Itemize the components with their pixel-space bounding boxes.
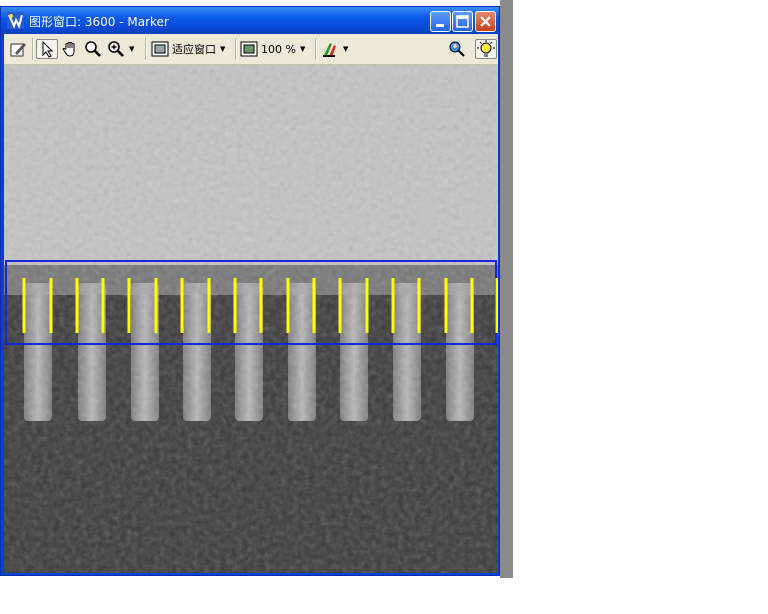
- zoom-menu-button[interactable]: ▼: [107, 39, 134, 59]
- toolbar-separator: [315, 38, 317, 60]
- zoom-percent-dropdown[interactable]: 100 % ▼: [240, 39, 305, 59]
- dropdown-arrow-icon: ▼: [129, 45, 135, 53]
- hand-pan-icon: [62, 42, 75, 57]
- pointer-tool-button[interactable]: [36, 39, 58, 59]
- graphics-window: 图形窗口: 3600 - Marker ▼ 适应窗口 ▼ 100 % ▼ ▼: [0, 6, 500, 576]
- fit-window-icon: [151, 41, 169, 57]
- desktop-background: [500, 0, 513, 578]
- title-bar[interactable]: 图形窗口: 3600 - Marker: [1, 7, 499, 34]
- view-person-icon: [449, 41, 465, 57]
- app-icon: [7, 12, 24, 29]
- maximize-button[interactable]: [452, 11, 473, 32]
- properties-pen-icon: [10, 43, 26, 57]
- dropdown-arrow-icon: ▼: [343, 45, 349, 53]
- fit-window-label: 适应窗口: [172, 43, 216, 56]
- color-tools-dropdown[interactable]: ▼: [321, 39, 348, 59]
- dropdown-arrow-icon: ▼: [220, 45, 226, 53]
- zoom-percent-label: 100 %: [261, 42, 296, 56]
- pointer-arrow-icon: [42, 40, 54, 58]
- minimize-button[interactable]: [430, 11, 451, 32]
- toolbar-separator: [145, 38, 147, 60]
- close-button[interactable]: [475, 11, 496, 32]
- toolbar-separator: [32, 38, 34, 60]
- pan-tool-button[interactable]: [61, 39, 81, 59]
- color-tools-icon: [323, 43, 336, 57]
- image-view: [4, 65, 498, 573]
- image-canvas[interactable]: [4, 65, 498, 573]
- properties-button[interactable]: [9, 39, 27, 59]
- toolbar: ▼ 适应窗口 ▼ 100 % ▼ ▼: [4, 34, 498, 65]
- dropdown-arrow-icon: ▼: [299, 45, 306, 53]
- magnify-tool-button[interactable]: [84, 39, 102, 59]
- close-icon: [480, 16, 491, 27]
- fit-window-dropdown[interactable]: 适应窗口 ▼: [151, 39, 225, 59]
- minimize-icon: [436, 24, 444, 27]
- view-person-button[interactable]: [448, 39, 466, 59]
- light-bulb-button[interactable]: [475, 39, 497, 59]
- magnifier-icon: [85, 41, 101, 57]
- zoom-percent-icon: [240, 41, 258, 57]
- window-title: 图形窗口: 3600 - Marker: [29, 15, 169, 29]
- zoom-plus-icon: [108, 41, 124, 57]
- light-bulb-icon: [477, 40, 495, 57]
- toolbar-separator: [235, 38, 237, 60]
- maximize-icon: [456, 15, 469, 28]
